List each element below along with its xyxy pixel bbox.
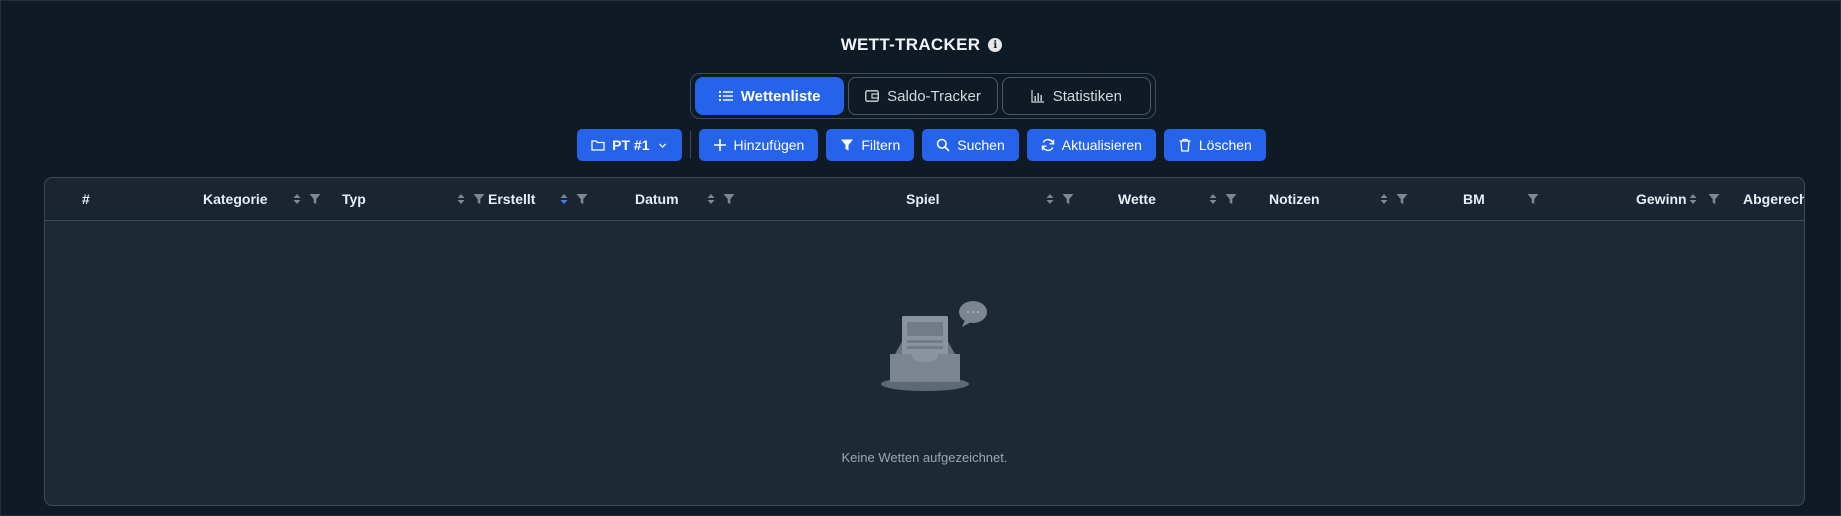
column-label: Abgerechnet: [1743, 191, 1804, 207]
toolbar: PT #1 Hinzufügen Filtern Suchen Aktualis…: [1, 129, 1841, 161]
column-header-notizen[interactable]: Notizen: [1245, 178, 1415, 220]
refresh-icon: [1041, 138, 1054, 152]
sort-icon[interactable]: [1378, 192, 1390, 206]
list-icon: [718, 91, 733, 101]
chevron-down-icon: [658, 143, 666, 148]
filter-icon[interactable]: [723, 192, 735, 206]
bets-table: # Kategorie Typ Erstellt Datum Spiel Wet…: [44, 177, 1805, 506]
filter-icon[interactable]: [1527, 192, 1539, 206]
column-label: Typ: [342, 191, 366, 207]
column-label: Spiel: [906, 191, 940, 207]
search-button-label: Suchen: [957, 137, 1005, 153]
filter-icon[interactable]: [1062, 192, 1074, 206]
column-label: Wette: [1118, 191, 1156, 207]
page-title: WETT-TRACKER: [840, 35, 981, 54]
sort-icon[interactable]: [1207, 192, 1219, 206]
tab-label: Wettenliste: [740, 87, 821, 105]
sort-icon[interactable]: [1687, 192, 1699, 206]
plus-icon: [713, 139, 726, 151]
wallet-icon: [865, 90, 880, 102]
filter-icon[interactable]: [1708, 192, 1720, 206]
sort-icon[interactable]: [705, 192, 717, 206]
bar-chart-icon: [1031, 90, 1044, 103]
delete-button-label: Löschen: [1198, 137, 1252, 153]
column-header-erstellt[interactable]: Erstellt: [465, 178, 635, 220]
info-icon[interactable]: i: [988, 38, 1003, 52]
tab-label: Saldo-Tracker: [887, 87, 981, 105]
toolbar-divider: [689, 131, 691, 159]
filter-icon[interactable]: [576, 192, 588, 206]
tab-wettenliste[interactable]: Wettenliste: [695, 77, 845, 115]
column-label: #: [82, 191, 90, 207]
sort-active-icon[interactable]: [558, 192, 570, 206]
search-icon: [937, 138, 950, 152]
empty-state-message: Keine Wetten aufgezeichnet.: [841, 450, 1008, 465]
table-header: # Kategorie Typ Erstellt Datum Spiel Wet…: [45, 178, 1804, 221]
column-label: Erstellt: [488, 191, 536, 207]
column-header-abgerechnet[interactable]: Abgerechnet: [1735, 178, 1804, 220]
tab-saldo-tracker[interactable]: Saldo-Tracker: [848, 77, 998, 115]
column-label: Datum: [635, 191, 679, 207]
column-header-typ[interactable]: Typ: [295, 178, 485, 220]
column-header-datum[interactable]: Datum: [635, 178, 805, 220]
filter-icon[interactable]: [1396, 192, 1408, 206]
app-window: WETT-TRACKER i Wettenliste Saldo-Tracker: [0, 0, 1841, 516]
filter-button[interactable]: Filtern: [826, 129, 915, 161]
empty-state: Keine Wetten aufgezeichnet.: [45, 220, 1804, 505]
column-label: Kategorie: [203, 191, 268, 207]
tab-statistiken[interactable]: Statistiken: [1001, 77, 1151, 115]
search-button[interactable]: Suchen: [922, 129, 1019, 161]
tab-label: Statistiken: [1052, 87, 1122, 105]
column-label: BM: [1463, 191, 1485, 207]
refresh-button[interactable]: Aktualisieren: [1026, 129, 1156, 161]
add-button[interactable]: Hinzufügen: [698, 129, 819, 161]
profile-select-button[interactable]: PT #1: [577, 129, 682, 161]
folder-icon: [591, 140, 605, 151]
column-header-gewinn[interactable]: Gewinn: [1585, 178, 1735, 220]
column-label: Notizen: [1269, 191, 1320, 207]
column-header-kategorie[interactable]: Kategorie: [125, 178, 321, 220]
filter-icon[interactable]: [1225, 192, 1237, 206]
column-header-wette[interactable]: Wette: [1075, 178, 1245, 220]
empty-inbox-icon: [881, 301, 987, 391]
profile-label: PT #1: [612, 137, 650, 153]
column-header-spiel[interactable]: Spiel: [805, 178, 1075, 220]
view-tabs: Wettenliste Saldo-Tracker Statistiken: [690, 73, 1156, 119]
column-header-index[interactable]: #: [45, 178, 125, 220]
trash-icon: [1179, 138, 1191, 152]
delete-button[interactable]: Löschen: [1163, 129, 1266, 161]
header: WETT-TRACKER i: [1, 35, 1841, 55]
sort-icon[interactable]: [1044, 192, 1056, 206]
column-label: Gewinn: [1636, 191, 1687, 207]
column-header-bm[interactable]: BM: [1415, 178, 1585, 220]
refresh-button-label: Aktualisieren: [1061, 137, 1142, 153]
filter-icon: [841, 139, 854, 151]
filter-button-label: Filtern: [861, 137, 901, 153]
add-button-label: Hinzufügen: [733, 137, 805, 153]
